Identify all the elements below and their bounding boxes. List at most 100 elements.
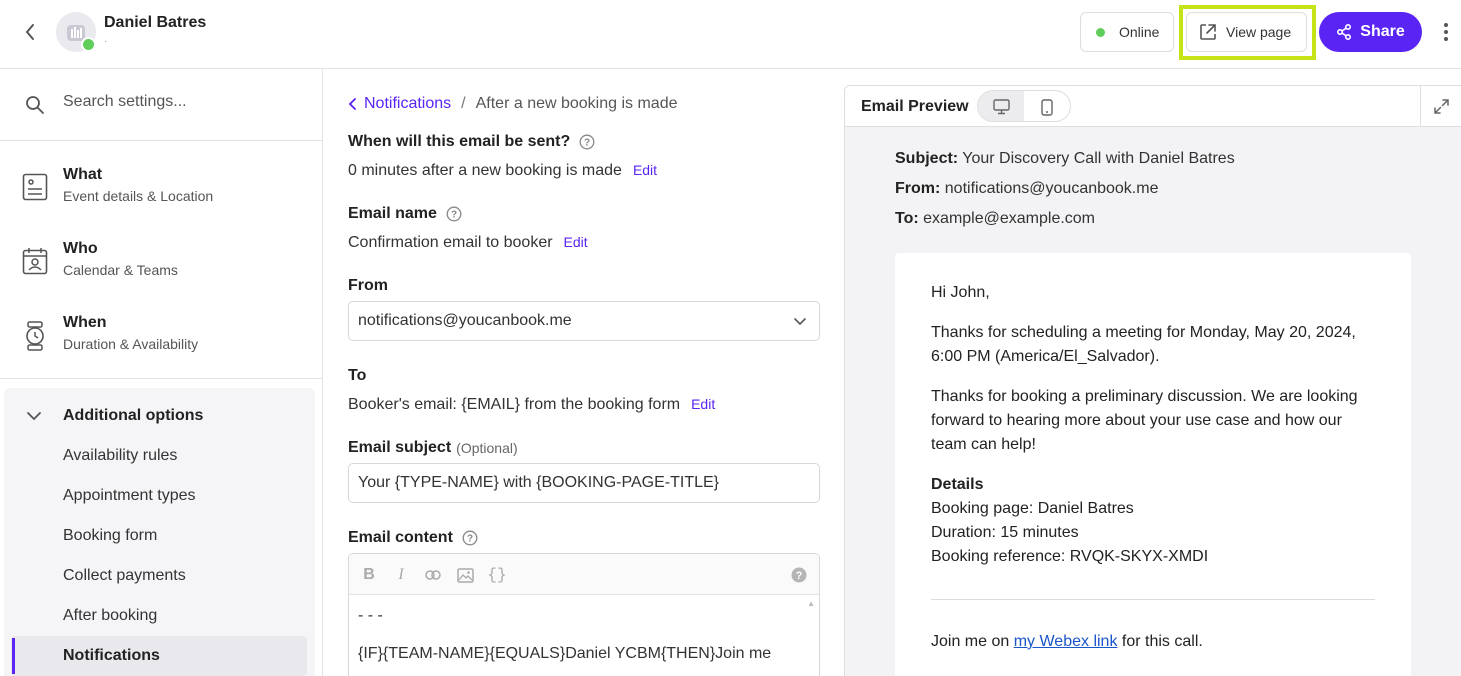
additional-options-toggle[interactable]: Additional options <box>4 388 315 444</box>
help-circle-icon[interactable]: ? <box>579 134 595 150</box>
online-status-button[interactable]: Online <box>1080 12 1174 52</box>
scroll-up-arrow-icon[interactable]: ▲ <box>807 599 815 608</box>
external-link-icon <box>1200 24 1216 40</box>
settings-sidebar: What Event details & Location Who Calend… <box>0 69 323 676</box>
sidebar-item-title: What <box>63 166 103 183</box>
svg-text:?: ? <box>467 534 473 545</box>
italic-button[interactable]: I <box>391 565 411 585</box>
sidebar-item-after-booking[interactable]: After booking <box>63 607 157 625</box>
subject-label: Email subject (Optional) <box>348 439 518 457</box>
svg-text:?: ? <box>584 138 590 149</box>
details-line: Duration: 15 minutes <box>931 524 1079 541</box>
desktop-view-button[interactable] <box>978 91 1024 121</box>
share-icon <box>1337 24 1352 40</box>
calendar-user-icon <box>22 248 48 275</box>
email-name-label-text: Email name <box>348 205 437 222</box>
webex-link[interactable]: my Webex link <box>1014 633 1118 650</box>
sidebar-item-collect-payments[interactable]: Collect payments <box>63 567 186 585</box>
view-page-button[interactable]: View page <box>1186 12 1307 52</box>
help-circle-icon[interactable]: ? <box>446 206 462 222</box>
chevron-down-icon <box>794 318 806 326</box>
chevron-left-icon <box>348 98 356 110</box>
editor-toolbar: B I {} ? <box>349 554 819 595</box>
link-button[interactable] <box>423 565 443 585</box>
owner-name: Daniel Batres <box>104 14 207 31</box>
breadcrumb-parent-link[interactable]: Notifications <box>348 95 451 113</box>
back-button[interactable] <box>18 20 42 44</box>
sidebar-divider <box>0 378 322 379</box>
sidebar-item-who[interactable]: Who Calendar & Teams <box>0 225 322 299</box>
owner-subtitle: · <box>104 36 108 47</box>
edit-email-name-link[interactable]: Edit <box>564 234 588 250</box>
view-page-label: View page <box>1226 24 1292 40</box>
edit-to-link[interactable]: Edit <box>691 396 715 412</box>
search-bar <box>0 69 322 141</box>
preview-to: To: example@example.com <box>895 210 1095 228</box>
top-bar: Daniel Batres · Online View page Share <box>0 0 1461 69</box>
variables-button[interactable]: {} <box>487 565 507 585</box>
to-label: To <box>348 367 367 384</box>
to-meta-value: example@example.com <box>923 210 1096 227</box>
help-circle-icon[interactable]: ? <box>462 530 478 546</box>
content-label-text: Email content <box>348 529 453 546</box>
mobile-view-button[interactable] <box>1024 91 1070 121</box>
email-divider <box>931 599 1375 600</box>
image-icon <box>456 567 474 583</box>
chevron-down-icon <box>27 412 41 421</box>
email-paragraph: Thanks for booking a preliminary discuss… <box>931 388 1358 453</box>
expand-icon[interactable] <box>1433 98 1450 115</box>
editor-help-button[interactable]: ? <box>789 565 809 585</box>
email-name-label: Email name ? <box>348 205 462 223</box>
link-icon <box>425 570 441 580</box>
breadcrumb-current: After a new booking is made <box>475 95 678 112</box>
details-line: Booking page: Daniel Batres <box>931 500 1134 517</box>
subject-meta-value: Your Discovery Call with Daniel Batres <box>962 150 1235 167</box>
search-settings-input[interactable] <box>63 93 293 111</box>
sidebar-item-title: Who <box>63 240 98 257</box>
active-item-indicator <box>12 638 15 674</box>
form-icon <box>22 173 48 201</box>
subject-label-text: Email subject <box>348 439 452 456</box>
content-label: Email content ? <box>348 529 478 547</box>
more-options-icon[interactable] <box>1436 20 1456 44</box>
send-time-value: 0 minutes after a new booking is made Edi… <box>348 162 657 180</box>
help-filled-icon: ? <box>791 567 807 583</box>
content-line: {IF}{TEAM-NAME}{EQUALS}Daniel YCBM{THEN}… <box>358 645 772 662</box>
sidebar-item-subtitle: Calendar & Teams <box>63 262 178 278</box>
to-value: Booker's email: {EMAIL} from the booking… <box>348 396 715 414</box>
email-greeting: Hi John, <box>931 284 990 301</box>
send-time-label-text: When will this email be sent? <box>348 133 571 150</box>
sidebar-item-when[interactable]: When Duration & Availability <box>0 299 322 373</box>
from-select[interactable]: notifications@youcanbook.me <box>348 301 820 341</box>
edit-send-time-link[interactable]: Edit <box>633 162 657 178</box>
sidebar-item-notifications[interactable]: Notifications <box>63 647 160 665</box>
email-paragraph: Thanks for scheduling a meeting for Mond… <box>931 324 1356 365</box>
sidebar-item-availability-rules[interactable]: Availability rules <box>63 447 177 465</box>
share-button[interactable]: Share <box>1319 12 1422 52</box>
online-label: Online <box>1119 24 1160 40</box>
preview-header: Email Preview <box>845 86 1461 127</box>
from-meta-value: notifications@youcanbook.me <box>944 180 1159 197</box>
bold-button[interactable]: B <box>359 565 379 585</box>
search-icon <box>26 96 44 114</box>
desktop-icon <box>992 99 1010 115</box>
svg-text:?: ? <box>796 570 803 582</box>
editor-body[interactable]: - - - {IF}{TEAM-NAME}{EQUALS}Daniel YCBM… <box>349 595 819 676</box>
breadcrumb-parent-label: Notifications <box>364 95 452 112</box>
additional-options-title: Additional options <box>63 407 204 424</box>
from-select-value: notifications@youcanbook.me <box>358 312 572 329</box>
join-prefix: Join me on <box>931 633 1014 650</box>
image-button[interactable] <box>455 565 475 585</box>
sidebar-item-what[interactable]: What Event details & Location <box>0 151 322 225</box>
sidebar-item-booking-form[interactable]: Booking form <box>63 527 157 545</box>
breadcrumb: Notifications / After a new booking is m… <box>348 95 678 113</box>
from-meta-label: From: <box>895 180 941 197</box>
watch-icon <box>26 321 44 351</box>
preview-subject: Subject: Your Discovery Call with Daniel… <box>895 150 1235 168</box>
sidebar-item-appointment-types[interactable]: Appointment types <box>63 487 196 505</box>
from-label: From <box>348 277 388 294</box>
content-line: - - - <box>358 607 383 624</box>
email-preview-panel: Email Preview Subject: Your Discovery Ca… <box>844 85 1461 676</box>
email-content-editor[interactable]: B I {} ? - - - {IF}{TEAM-NAME}{EQUALS}Da… <box>348 553 820 676</box>
subject-input[interactable] <box>348 463 820 503</box>
